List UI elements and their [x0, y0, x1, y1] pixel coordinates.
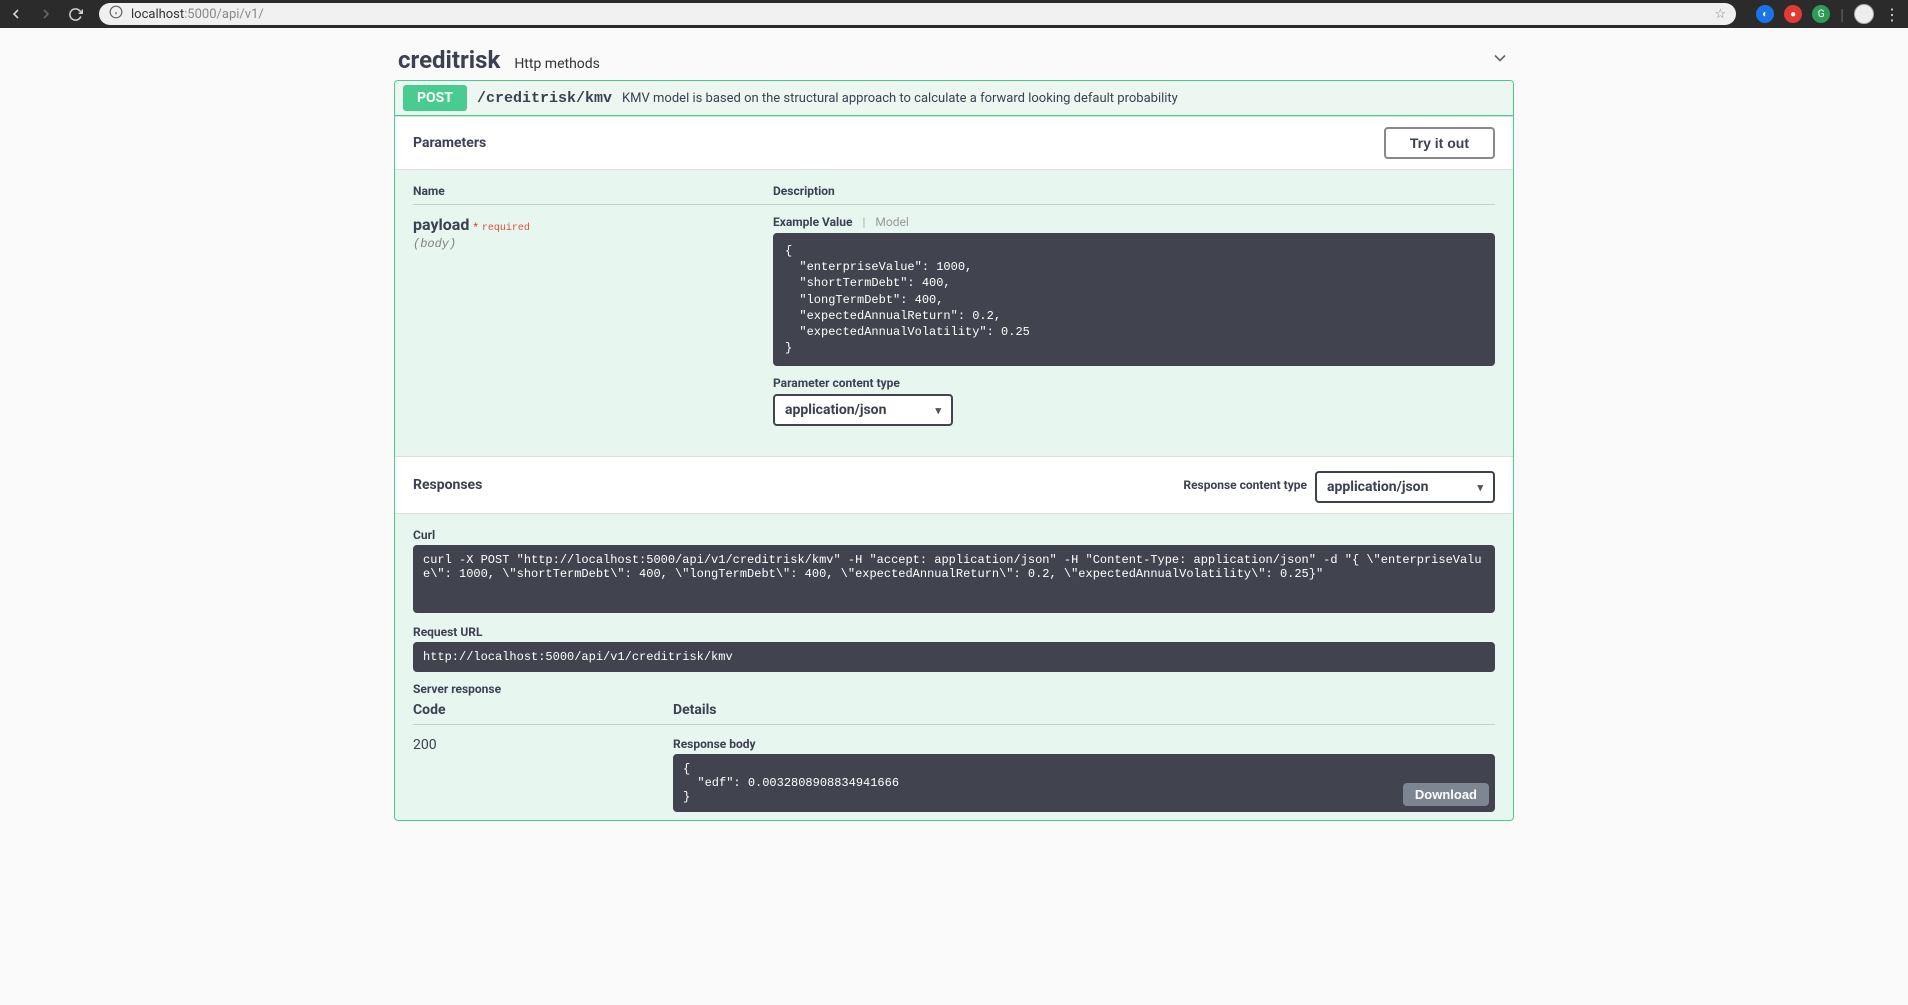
response-code: 200	[413, 737, 673, 753]
response-body-label: Response body	[673, 737, 1495, 751]
curl-box[interactable]: curl -X POST "http://localhost:5000/api/…	[413, 545, 1495, 613]
operation-summary[interactable]: POST /creditrisk/kmv KMV model is based …	[395, 81, 1513, 116]
browser-actions: ◐ ● G | ⋮	[1756, 4, 1900, 24]
site-info-icon[interactable]	[109, 5, 123, 23]
responses-bar: Responses Response content type applicat…	[395, 456, 1513, 514]
curl-label: Curl	[413, 528, 1495, 542]
parameters-title: Parameters	[413, 135, 486, 151]
address-bar[interactable]: localhost:5000/api/v1/ ☆	[99, 3, 1736, 25]
parameter-row: payload * required (body) Example Value …	[413, 215, 1495, 426]
param-content-type-select[interactable]: application/json ▾	[773, 394, 953, 426]
column-header-code: Code	[413, 702, 673, 718]
nav-controls	[8, 6, 83, 22]
extension-icon[interactable]: G	[1812, 5, 1830, 23]
response-content-type-label: Response content type	[1183, 478, 1307, 492]
response-content-type-value: application/json	[1327, 479, 1428, 495]
back-icon[interactable]	[8, 6, 24, 22]
response-content-type-select[interactable]: application/json ▾	[1315, 471, 1495, 503]
forward-icon[interactable]	[38, 6, 54, 22]
chevron-down-icon: ▾	[935, 404, 941, 417]
parameters-bar: Parameters Try it out	[395, 116, 1513, 170]
operation-path: /creditrisk/kmv	[477, 90, 612, 107]
server-response-label: Server response	[413, 682, 1495, 696]
try-it-out-button[interactable]: Try it out	[1384, 127, 1495, 159]
column-header-description: Description	[773, 184, 1495, 198]
parameters-block: Name Description payload * required (bod…	[395, 170, 1513, 456]
request-url-box[interactable]: http://localhost:5000/api/v1/creditrisk/…	[413, 642, 1495, 672]
profile-avatar-icon[interactable]	[1854, 4, 1874, 24]
tag-header[interactable]: creditrisk Http methods	[394, 36, 1514, 80]
column-header-name: Name	[413, 184, 773, 198]
chevron-down-icon[interactable]	[1490, 48, 1510, 72]
reload-icon[interactable]	[68, 7, 83, 22]
param-in-label: (body)	[413, 237, 773, 251]
chevron-down-icon: ▾	[1477, 481, 1483, 494]
tag-name: creditrisk	[398, 46, 500, 74]
column-header-details: Details	[673, 702, 717, 718]
parameters-table-head: Name Description	[413, 184, 1495, 205]
example-value-box[interactable]: { "enterpriseValue": 1000, "shortTermDeb…	[773, 233, 1495, 366]
responses-block: Curl curl -X POST "http://localhost:5000…	[395, 514, 1513, 820]
required-star-icon: *	[473, 222, 478, 233]
response-table-head: Code Details	[413, 702, 1495, 725]
param-name: payload	[413, 215, 469, 234]
tag-description: Http methods	[514, 56, 600, 72]
response-body-box[interactable]: { "edf": 0.0032808908834941666 }	[673, 754, 1495, 812]
request-url-label: Request URL	[413, 625, 1495, 639]
tab-example-value[interactable]: Example Value	[773, 215, 852, 229]
menu-dots-icon[interactable]: ⋮	[1884, 5, 1900, 24]
extension-icon[interactable]: ●	[1784, 5, 1802, 23]
operation-summary-text: KMV model is based on the structural app…	[622, 91, 1178, 106]
browser-toolbar: localhost:5000/api/v1/ ☆ ◐ ● G | ⋮	[0, 0, 1908, 28]
response-row: 200 Response body { "edf": 0.00328089088…	[413, 737, 1495, 812]
required-label: required	[482, 223, 530, 234]
star-icon[interactable]: ☆	[1714, 7, 1726, 22]
download-button[interactable]: Download	[1403, 783, 1489, 806]
method-badge: POST	[403, 85, 467, 111]
tab-model[interactable]: Model	[875, 215, 908, 229]
responses-title: Responses	[413, 477, 482, 493]
operation-block: POST /creditrisk/kmv KMV model is based …	[394, 80, 1514, 821]
extension-icon[interactable]: ◐	[1756, 5, 1774, 23]
param-content-type-value: application/json	[785, 402, 886, 418]
param-content-type-label: Parameter content type	[773, 376, 1495, 390]
url-text: localhost:5000/api/v1/	[131, 7, 264, 22]
